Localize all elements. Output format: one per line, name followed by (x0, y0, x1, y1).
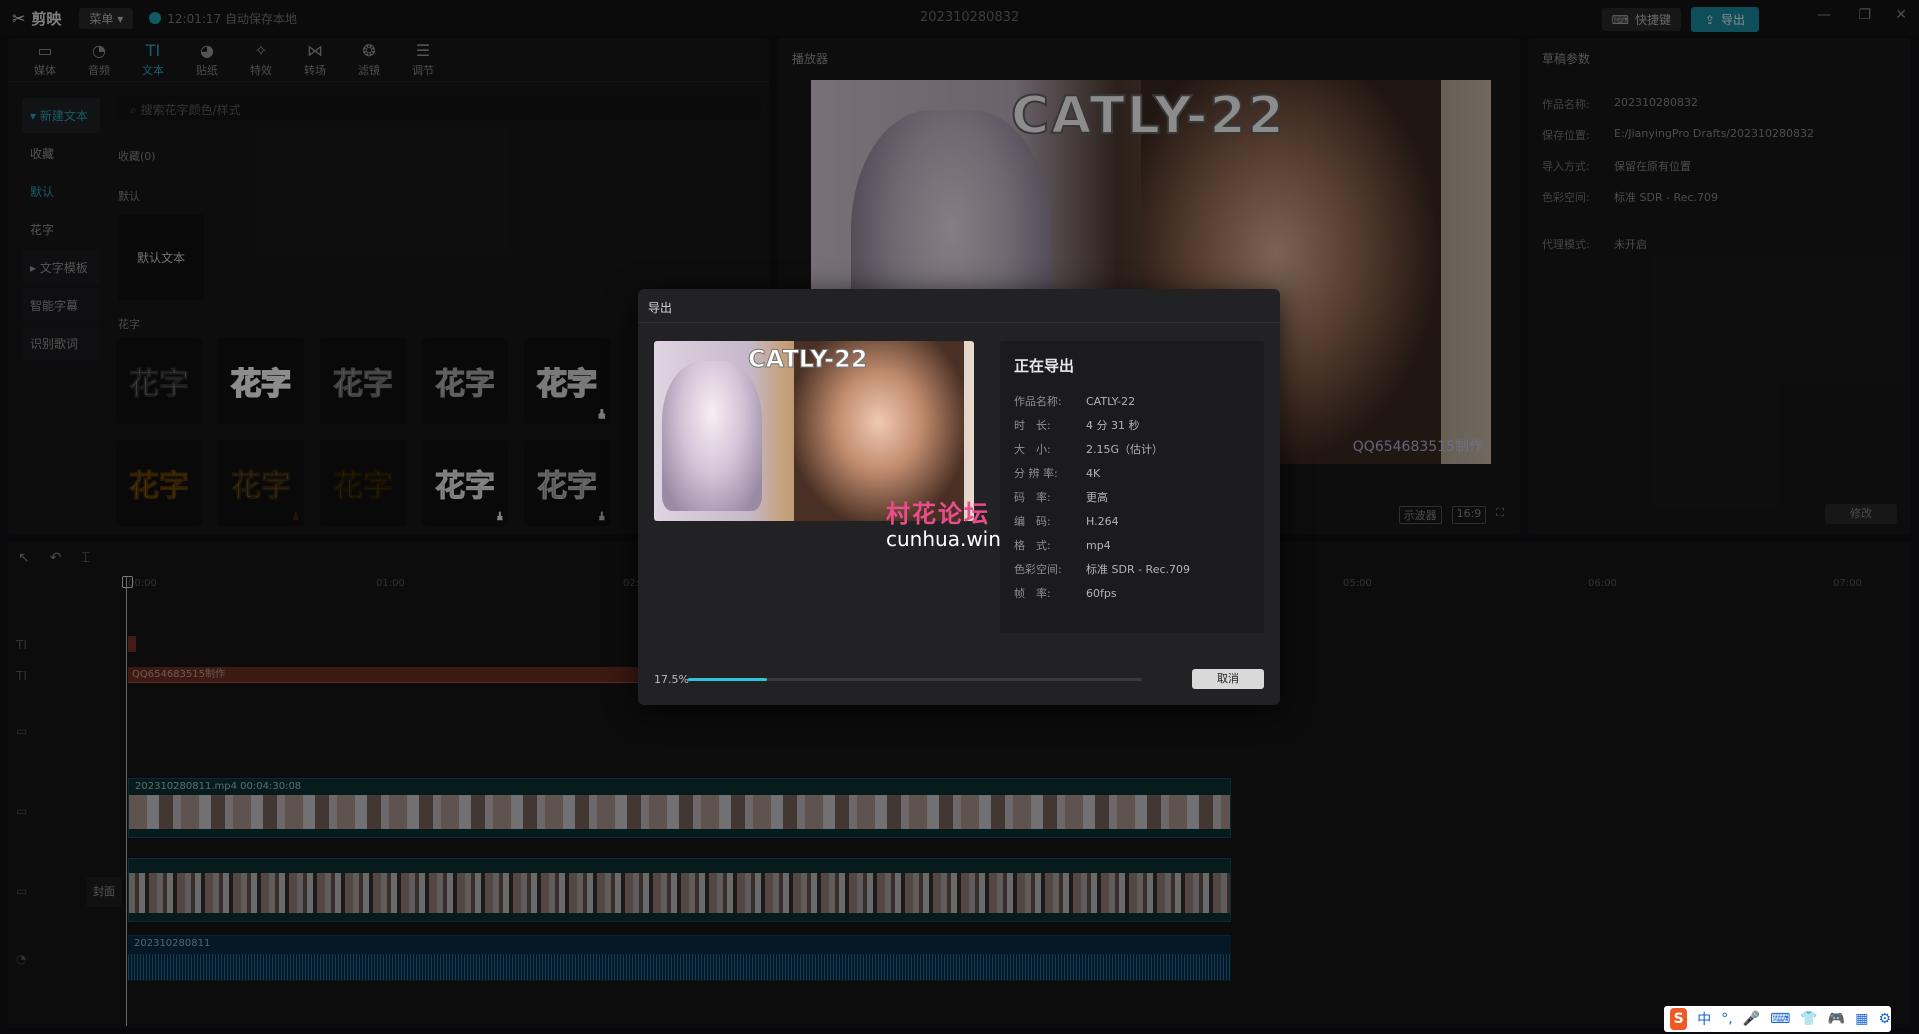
info-key: 大 小: (1014, 443, 1051, 456)
info-value: 2.15G（估计） (1086, 443, 1164, 456)
info-value: 4 分 31 秒 (1086, 419, 1140, 432)
info-row: 作品名称: CATLY-22 (1014, 390, 1250, 414)
info-value: H.264 (1086, 515, 1119, 528)
export-heading: 正在导出 (1014, 357, 1075, 375)
sogou-icon[interactable]: S (1670, 1008, 1688, 1030)
mic-icon[interactable]: 🎤 (1743, 1011, 1760, 1027)
info-value: mp4 (1086, 539, 1111, 552)
info-row: 色彩空间: 标准 SDR - Rec.709 (1014, 558, 1250, 582)
info-value: CATLY-22 (1086, 395, 1136, 408)
info-row: 编 码: H.264 (1014, 510, 1250, 534)
forum-watermark: 村花论坛 cunhua.win (886, 494, 1001, 551)
export-info: 正在导出 作品名称: CATLY-22 时 长: 4 分 31 秒 大 小: 2.15… (1000, 341, 1264, 633)
dialog-title: 导出 (638, 289, 1280, 323)
info-row: 帧 率: 60fps (1014, 582, 1250, 606)
punctuation-icon[interactable]: °, (1721, 1011, 1732, 1027)
export-progress: 17.5% 取消 (654, 669, 1264, 689)
progress-percent: 17.5% (654, 672, 689, 686)
info-row: 格 式: mp4 (1014, 534, 1250, 558)
info-value: 标准 SDR - Rec.709 (1086, 563, 1191, 576)
ime-lang[interactable]: 中 (1697, 1009, 1711, 1029)
info-key: 帧 率: (1014, 587, 1051, 600)
progress-bar (688, 677, 1142, 681)
info-row: 分 辨 率: 4K (1014, 462, 1250, 486)
jianying-app: ✂ 剪映 菜单 ▾ 12:01:17 自动保存本地 202310280832 ⌨… (0, 0, 1919, 1034)
info-row: 码 率: 更高 (1014, 486, 1250, 510)
watermark-en: cunhua.win (886, 527, 1001, 551)
info-key: 分 辨 率: (1014, 467, 1058, 480)
cancel-button[interactable]: 取消 (1192, 669, 1264, 689)
info-key: 格 式: (1014, 539, 1051, 552)
info-row: 大 小: 2.15G（估计） (1014, 438, 1250, 462)
info-value: 更高 (1086, 491, 1108, 504)
info-key: 作品名称: (1014, 395, 1062, 408)
info-key: 色彩空间: (1014, 563, 1062, 576)
thumbnail-image-left (662, 361, 762, 511)
game-icon[interactable]: 🎮 (1828, 1011, 1845, 1027)
info-value: 4K (1086, 467, 1101, 480)
export-dialog: 导出 CATLY-22 村花论坛 cunhua.win 正在导出 作品名称: CA… (638, 289, 1280, 705)
info-key: 时 长: (1014, 419, 1051, 432)
info-key: 码 率: (1014, 491, 1051, 504)
settings-icon[interactable]: ⚙ (1878, 1011, 1891, 1027)
keyboard-icon[interactable]: ⌨ (1770, 1011, 1790, 1027)
skin-icon[interactable]: 👕 (1800, 1011, 1817, 1027)
grid-icon[interactable]: ▦ (1855, 1011, 1868, 1027)
watermark-cn: 村花论坛 (886, 500, 990, 528)
ime-toolbar: S 中 °, 🎤 ⌨ 👕 🎮 ▦ ⚙ (1664, 1006, 1891, 1032)
info-key: 编 码: (1014, 515, 1051, 528)
progress-fill (688, 677, 768, 681)
info-row: 时 长: 4 分 31 秒 (1014, 414, 1250, 438)
info-value: 60fps (1086, 587, 1117, 600)
thumbnail-text: CATLY-22 (747, 345, 868, 374)
